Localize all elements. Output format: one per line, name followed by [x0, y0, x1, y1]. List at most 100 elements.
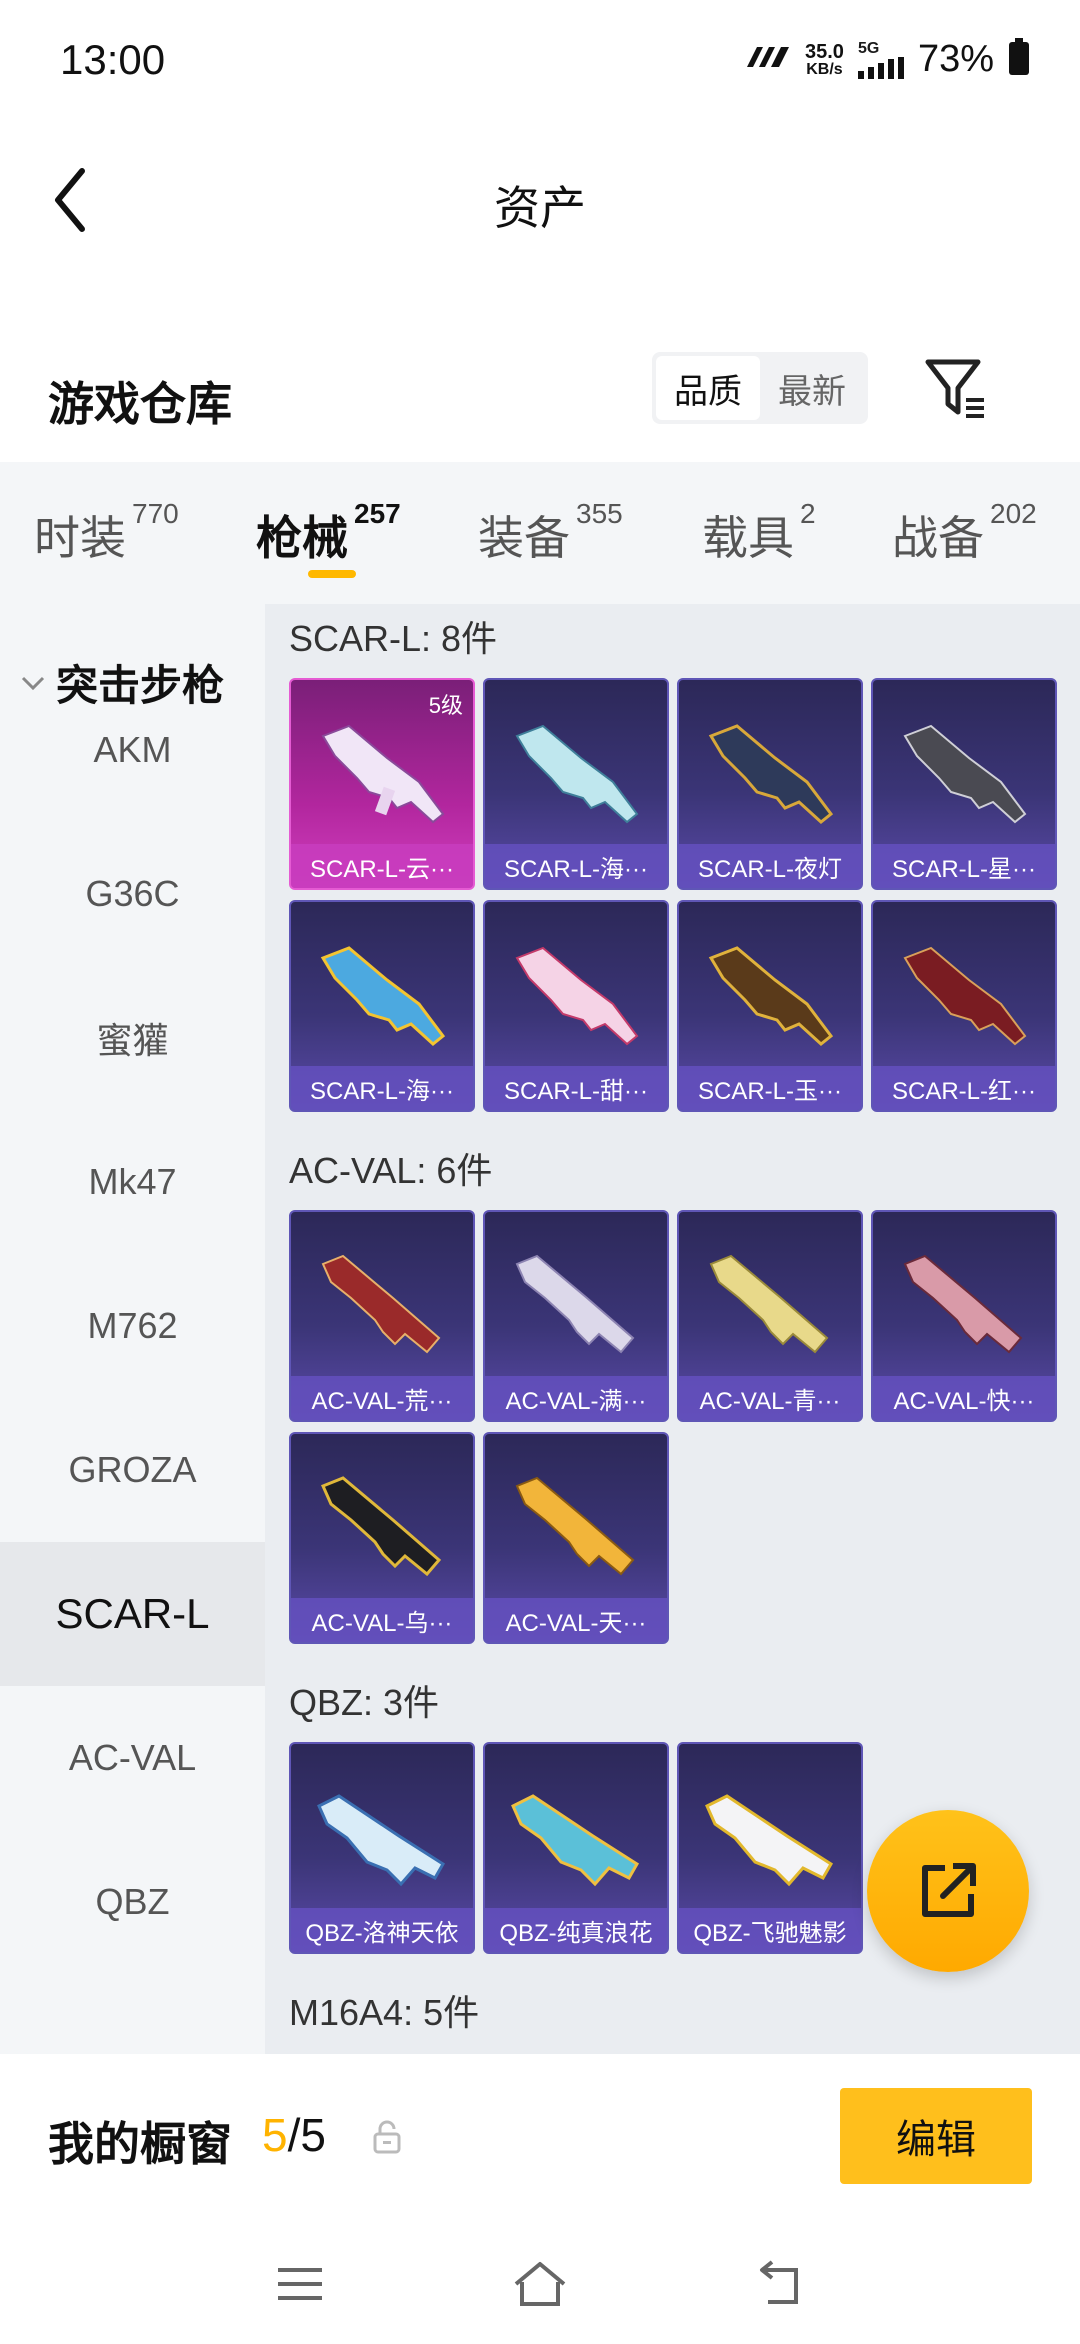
edit-button[interactable]: 编辑 — [840, 2088, 1032, 2184]
weapon-card[interactable]: SCAR-L-海··· — [483, 678, 669, 890]
rifle-skin-image — [321, 1254, 441, 1354]
battery-icon — [1008, 38, 1030, 81]
weapon-card[interactable]: SCAR-L-夜灯 — [677, 678, 863, 890]
signal-icon: 5G — [857, 39, 904, 79]
sort-quality-button[interactable]: 品质 — [656, 356, 760, 420]
weapon-card-label: SCAR-L-海··· — [485, 844, 667, 888]
tab-label: 战备 — [892, 512, 984, 564]
weapon-card-label: SCAR-L-夜灯 — [679, 844, 861, 888]
rifle-skin-image — [317, 1794, 446, 1887]
rifle-skin-image — [708, 724, 834, 824]
rifle-skin-image — [321, 724, 445, 824]
weapon-card[interactable]: SCAR-L-红··· — [871, 900, 1057, 1112]
status-time: 13:00 — [60, 36, 166, 83]
sidebar-item-qbz[interactable]: QBZ — [0, 1830, 265, 1974]
weapon-card[interactable]: SCAR-L-星··· — [871, 678, 1057, 890]
tab-fashion[interactable]: 时装 770 — [34, 462, 179, 568]
rifle-skin-image — [320, 1476, 442, 1577]
share-button[interactable] — [867, 1810, 1029, 1972]
tab-weapons[interactable]: 枪械 257 — [256, 462, 401, 578]
speed-value: 35.0 — [805, 40, 844, 63]
rifle-skin-image — [515, 946, 639, 1046]
tab-equipment[interactable]: 装备 355 — [478, 462, 623, 568]
weapon-card-label: AC-VAL-满··· — [485, 1376, 667, 1420]
rifle-skin-image — [515, 724, 639, 824]
sort-toggle: 品质 最新 — [652, 352, 868, 424]
weapon-card[interactable]: SCAR-L-甜··· — [483, 900, 669, 1112]
showcase-total: 5 — [300, 2109, 326, 2161]
home-button[interactable] — [510, 2254, 570, 2314]
showcase-current: 5 — [262, 2109, 288, 2161]
group-title: M16A4: 5件 — [289, 1992, 480, 2033]
page-title: 资产 — [494, 182, 586, 234]
rifle-skin-image — [511, 1794, 640, 1887]
weapon-card[interactable]: SCAR-L-海··· — [289, 900, 475, 1112]
showcase-separator: / — [287, 2109, 301, 2161]
weapon-card-label: SCAR-L-海··· — [291, 1066, 473, 1110]
home-icon — [514, 2262, 566, 2306]
weapon-card[interactable]: AC-VAL-满··· — [483, 1210, 669, 1422]
weapon-card-label: AC-VAL-青··· — [679, 1376, 861, 1420]
tab-label: 载具 — [702, 512, 794, 564]
tab-label: 时装 — [34, 512, 126, 564]
active-tab-indicator — [308, 570, 356, 578]
battery-level: 73% — [917, 38, 994, 80]
weapon-card-label: QBZ-飞驰魅影 — [679, 1908, 861, 1952]
weapon-card-label: SCAR-L-红··· — [873, 1066, 1055, 1110]
weapon-card[interactable]: QBZ-飞驰魅影 — [677, 1742, 863, 1954]
weapon-card-label: SCAR-L-甜··· — [485, 1066, 667, 1110]
sidebar-item-m762[interactable]: M762 — [0, 1254, 265, 1398]
sidebar-item-ac-val[interactable]: AC-VAL — [0, 1686, 265, 1830]
sidebar-item-g36c[interactable]: G36C — [0, 822, 265, 966]
warehouse-title: 游戏仓库 — [48, 378, 232, 430]
tab-vehicles[interactable]: 载具 2 — [702, 462, 816, 568]
group-title: QBZ: 3件 — [289, 1682, 440, 1723]
system-nav-bar — [0, 2224, 1080, 2344]
carrier-logo-icon — [745, 45, 791, 74]
weapon-card-label: SCAR-L-星··· — [873, 844, 1055, 888]
tab-supplies[interactable]: 战备 202 — [892, 462, 1037, 568]
filter-icon — [925, 359, 984, 418]
weapon-card[interactable]: AC-VAL-天··· — [483, 1432, 669, 1644]
sidebar-item-honey-badger[interactable]: 蜜獾 — [0, 966, 265, 1110]
menu-button[interactable] — [270, 2254, 330, 2314]
tab-count: 202 — [990, 498, 1037, 529]
rifle-skin-image — [903, 724, 1027, 824]
rifle-skin-image — [320, 946, 446, 1046]
group-title: SCAR-L: 8件 — [289, 618, 498, 659]
weapon-card[interactable]: AC-VAL-快··· — [871, 1210, 1057, 1422]
menu-icon — [278, 2268, 322, 2300]
sidebar-item-mk47[interactable]: Mk47 — [0, 1110, 265, 1254]
filter-button[interactable] — [922, 354, 992, 424]
speed-unit: KB/s — [806, 60, 843, 78]
weapon-card-label: SCAR-L-玉··· — [679, 1066, 861, 1110]
network-speed: 35.0 KB/s — [805, 42, 844, 78]
network-type: 5G — [857, 39, 880, 57]
tab-label: 枪械 — [256, 512, 348, 564]
rifle-skin-image — [709, 1254, 829, 1354]
weapon-card[interactable]: 5级 SCAR-L-云··· — [289, 678, 475, 890]
sidebar-item-akm[interactable]: AKM — [0, 678, 265, 822]
weapon-card[interactable]: QBZ-纯真浪花 — [483, 1742, 669, 1954]
share-external-icon — [922, 1863, 976, 1917]
rifle-skin-image — [515, 1476, 635, 1576]
rifle-skin-image — [903, 1254, 1023, 1354]
sort-newest-button[interactable]: 最新 — [760, 356, 864, 420]
weapon-card-label: AC-VAL-乌··· — [291, 1598, 473, 1642]
back-nav-button[interactable] — [750, 2254, 810, 2314]
tab-count: 770 — [132, 498, 179, 529]
tab-label: 装备 — [478, 512, 570, 564]
showcase-count: 5/5 — [262, 2108, 326, 2162]
sidebar-item-groza[interactable]: GROZA — [0, 1398, 265, 1542]
weapon-card[interactable]: AC-VAL-青··· — [677, 1210, 863, 1422]
group-title: AC-VAL: 6件 — [289, 1150, 493, 1191]
weapon-card[interactable]: SCAR-L-玉··· — [677, 900, 863, 1112]
weapon-card[interactable]: QBZ-洛神天依 — [289, 1742, 475, 1954]
weapon-card-label: QBZ-纯真浪花 — [485, 1908, 667, 1952]
weapon-card[interactable]: AC-VAL-乌··· — [289, 1432, 475, 1644]
sidebar-item-scar-l[interactable]: SCAR-L — [0, 1542, 265, 1686]
weapon-card-label: SCAR-L-云··· — [291, 844, 473, 888]
weapon-card[interactable]: AC-VAL-荒··· — [289, 1210, 475, 1422]
tab-count: 2 — [800, 498, 816, 529]
weapon-card-label: AC-VAL-快··· — [873, 1376, 1055, 1420]
